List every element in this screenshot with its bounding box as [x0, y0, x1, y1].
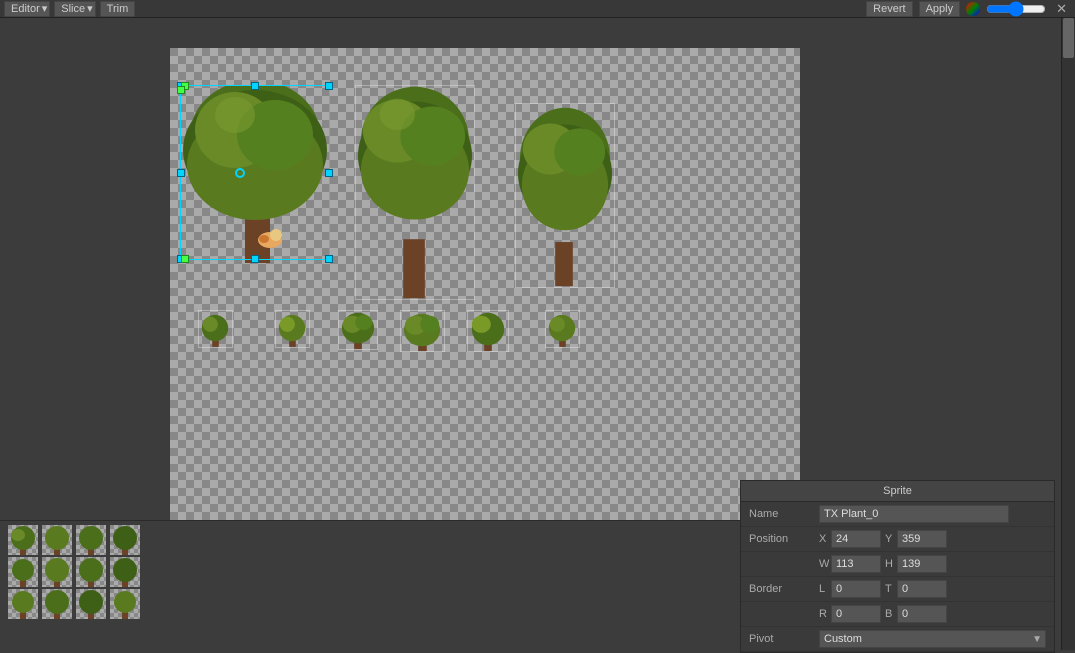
editor-chevron-icon: ▾ — [42, 2, 48, 15]
bush-sprite-4[interactable] — [400, 310, 445, 352]
apply-button[interactable]: Apply — [919, 1, 961, 17]
revert-button[interactable]: Revert — [866, 1, 912, 17]
x-field-group: X — [819, 530, 881, 548]
h-field-group: H — [885, 555, 947, 573]
pivot-wrapper: Custom Center Top Left Top Center Top Ri… — [819, 630, 1046, 648]
panel-title: Sprite — [741, 481, 1054, 502]
position-fields: X Y — [819, 530, 1046, 548]
bush-sprite-3[interactable] — [338, 310, 378, 350]
w-letter: W — [819, 558, 829, 570]
y-letter: Y — [885, 533, 895, 545]
x-letter: X — [819, 533, 829, 545]
thumb-6[interactable] — [42, 557, 72, 587]
trim-button[interactable]: Trim — [100, 1, 136, 17]
sprite-panel: Sprite Name Position X Y W H — [740, 480, 1055, 653]
position-label: Position — [749, 533, 819, 545]
thumb-8[interactable] — [110, 557, 140, 587]
toolbar: Editor ▾ Slice ▾ Trim Revert Apply ✕ — [0, 0, 1075, 18]
b-input[interactable] — [897, 605, 947, 623]
y-field-group: Y — [885, 530, 947, 548]
h-letter: H — [885, 558, 895, 570]
h-input[interactable] — [897, 555, 947, 573]
l-field-group: L — [819, 580, 881, 598]
thumb-2[interactable] — [42, 525, 72, 555]
thumb-4[interactable] — [110, 525, 140, 555]
w-field-group: W — [819, 555, 881, 573]
pivot-label: Pivot — [749, 633, 819, 645]
thumb-1[interactable] — [8, 525, 38, 555]
name-label: Name — [749, 508, 819, 520]
zoom-slider[interactable] — [986, 4, 1046, 14]
tree-sprite-1[interactable] — [180, 85, 335, 263]
wh-fields: W H — [819, 555, 1046, 573]
l-input[interactable] — [831, 580, 881, 598]
border-rb-fields: R B — [819, 605, 1046, 623]
thumb-7[interactable] — [76, 557, 106, 587]
name-row: Name — [741, 502, 1054, 527]
y-input[interactable] — [897, 530, 947, 548]
thumb-3[interactable] — [76, 525, 106, 555]
bush-sprite-2[interactable] — [275, 310, 310, 348]
r-letter: R — [819, 608, 829, 620]
pivot-select[interactable]: Custom Center Top Left Top Center Top Ri… — [819, 630, 1046, 648]
slice-label: Slice — [61, 3, 85, 15]
t-field-group: T — [885, 580, 947, 598]
t-input[interactable] — [897, 580, 947, 598]
b-letter: B — [885, 608, 895, 620]
l-letter: L — [819, 583, 829, 595]
close-button[interactable]: ✕ — [1052, 1, 1071, 17]
border-row-rb: R B — [741, 602, 1054, 627]
thumb-10[interactable] — [42, 589, 72, 619]
editor-dropdown[interactable]: Editor ▾ — [4, 1, 50, 17]
position-row: Position X Y — [741, 527, 1054, 552]
r-field-group: R — [819, 605, 881, 623]
pivot-row: Pivot Custom Center Top Left Top Center … — [741, 627, 1054, 652]
editor-label: Editor — [11, 3, 40, 15]
bush-sprite-6[interactable] — [545, 310, 580, 348]
zoom-slider-container — [986, 4, 1046, 14]
toolbar-right: Revert Apply ✕ — [866, 1, 1071, 17]
tree-sprite-3[interactable] — [515, 103, 615, 288]
slice-chevron-icon: ▾ — [87, 2, 93, 15]
x-input[interactable] — [831, 530, 881, 548]
scrollbar-thumb[interactable] — [1063, 18, 1074, 58]
bush-sprite-1[interactable] — [198, 310, 233, 348]
w-input[interactable] — [831, 555, 881, 573]
tree-sprite-2[interactable] — [355, 85, 475, 300]
border-lt-fields: L T — [819, 580, 1046, 598]
thumb-9[interactable] — [8, 589, 38, 619]
name-input[interactable] — [819, 505, 1009, 523]
t-letter: T — [885, 583, 895, 595]
thumb-12[interactable] — [110, 589, 140, 619]
bush-sprite-5[interactable] — [467, 310, 509, 352]
scrollbar[interactable] — [1061, 18, 1075, 650]
thumb-11[interactable] — [76, 589, 106, 619]
slice-dropdown[interactable]: Slice ▾ — [54, 1, 95, 17]
color-mode-icon[interactable] — [966, 2, 980, 16]
wh-row: W H — [741, 552, 1054, 577]
border-label: Border — [749, 583, 819, 595]
border-row-lt: Border L T — [741, 577, 1054, 602]
r-input[interactable] — [831, 605, 881, 623]
thumb-5[interactable] — [8, 557, 38, 587]
b-field-group: B — [885, 605, 947, 623]
